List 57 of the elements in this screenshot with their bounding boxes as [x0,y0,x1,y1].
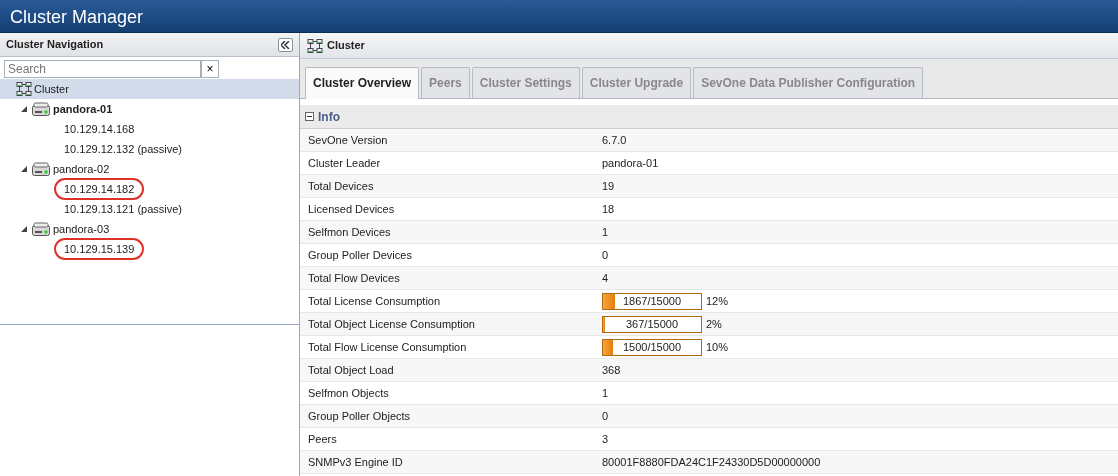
field-label: Selfmon Objects [307,385,390,401]
tree-item[interactable]: Cluster [34,80,69,98]
field-label: Group Poller Devices [307,247,413,263]
field-label: Cluster Leader [307,155,382,171]
tree-item[interactable]: 10.129.15.139 [54,237,145,261]
tree-item[interactable]: pandora-02 [53,160,110,178]
cluster-icon [16,81,32,97]
field-label: Licensed Devices [307,201,396,217]
server-icon [32,102,50,116]
field-value: 368 [602,362,621,378]
field-label: Total License Consumption [307,293,442,309]
percent-value: 12% [706,293,729,309]
field-label: Group Poller Objects [307,408,412,424]
cluster-icon [307,37,323,54]
window-title: Cluster Manager [0,0,1118,33]
field-value: 0 [602,408,609,424]
tree-row-highlight[interactable]: Cluster [0,79,299,99]
section-title: Info [318,108,340,126]
field-value: pandora-01 [602,155,659,171]
field-label: Selfmon Devices [307,224,392,240]
field-value: 19 [602,178,615,194]
panel-title: Cluster [327,38,365,54]
field-label: Total Object Load [307,362,395,378]
field-label: SevOne Version [307,132,389,148]
field-label: Total Object License Consumption [307,316,476,332]
progress-bar: 1867/15000 [602,292,702,310]
field-label: Total Devices [307,178,375,194]
tab[interactable]: Cluster Overview [305,67,420,99]
field-value: 6.7.0 [602,132,627,148]
tree-item[interactable]: pandora-01 [53,100,113,118]
field-label: Total Flow Devices [307,270,401,286]
field-label: Peers [307,431,338,447]
server-icon [32,222,50,236]
field-value: 0 [602,247,609,263]
expander-icon[interactable] [20,225,28,233]
search-field[interactable]: Search [4,60,201,78]
field-value: 3 [602,431,609,447]
field-label: Total Flow License Consumption [307,339,468,355]
field-value: 4 [602,270,609,286]
expander-icon[interactable] [20,165,28,173]
progress-bar: 1500/15000 [602,338,702,356]
progress-bar: 367/15000 [602,315,702,333]
field-value: 18 [602,201,615,217]
expander-icon[interactable] [20,105,28,113]
percent-value: 2% [706,316,722,332]
field-value: 1 [602,224,609,240]
tree-item[interactable]: pandora-03 [53,220,110,238]
server-icon [32,162,50,176]
panel-title: Cluster Navigation [6,37,104,53]
tree-item[interactable]: 10.129.14.182 [54,177,145,201]
percent-value: 10% [706,339,729,355]
field-value: 80001F8880FDA24C1F24330D5D00000000 [602,454,821,470]
collapse-button[interactable] [278,37,293,52]
collapse-icon[interactable] [305,112,314,121]
clear-button[interactable]: × [201,60,219,78]
field-label: SNMPv3 Engine ID [307,454,404,470]
field-value: 1 [602,385,609,401]
